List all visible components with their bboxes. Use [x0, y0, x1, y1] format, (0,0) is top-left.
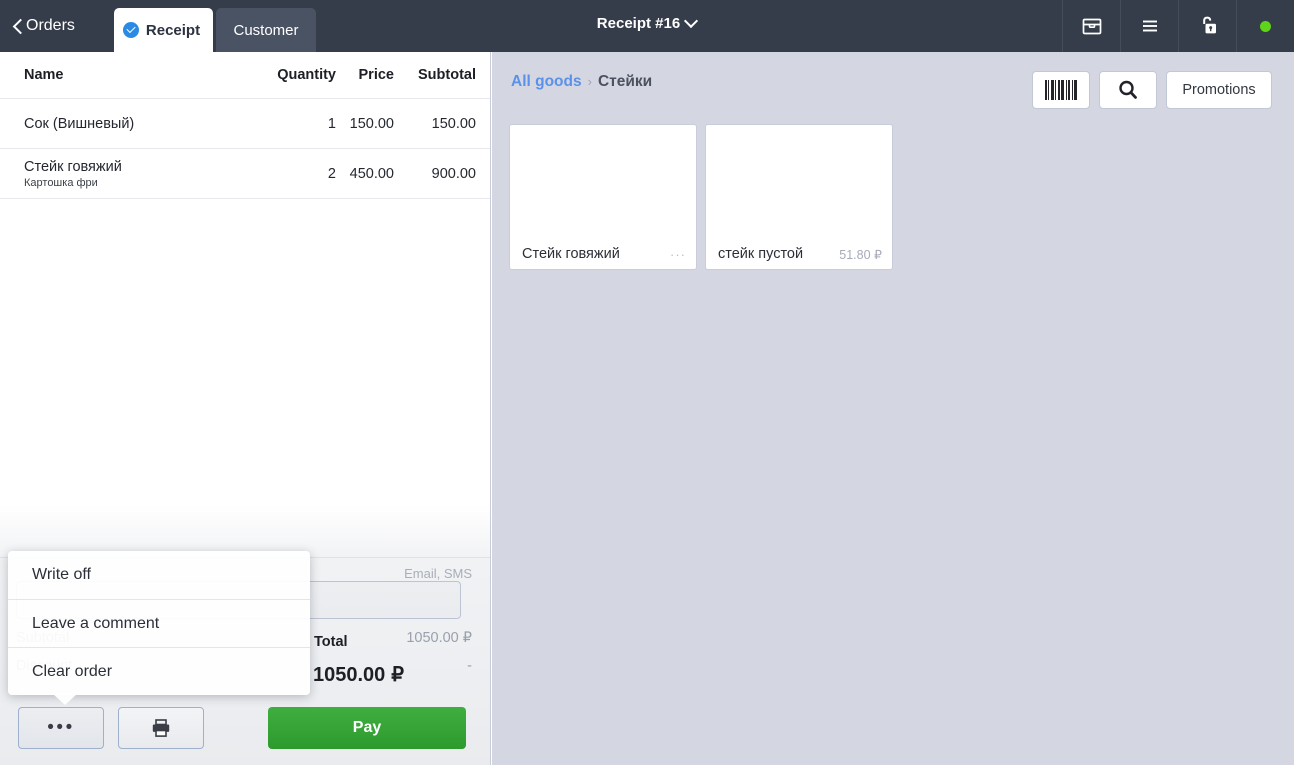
breadcrumb-current: Стейки [597, 73, 653, 90]
catalog-panel: All goods › Стейки Promotions Стейк говя… [492, 52, 1294, 765]
tab-customer-label: Customer [233, 21, 299, 39]
receipt-item-price: 150.00 [349, 115, 394, 132]
receipt-item-subtotal: 900.00 [431, 165, 476, 182]
table-row[interactable]: Сок (Вишневый) 1 150.00 150.00 [0, 99, 490, 149]
catalog-toolbar: Promotions [1032, 71, 1272, 109]
hamburger-menu-icon [1142, 20, 1157, 32]
pay-button[interactable]: Pay [268, 707, 466, 749]
summary-subtotal-value: 1050.00 ₽ [406, 630, 472, 646]
column-header-quantity: Quantity [277, 67, 336, 83]
product-card-footer: Стейк говяжий ··· [510, 239, 696, 269]
unlock-button[interactable] [1178, 0, 1236, 52]
receipt-item-quantity: 1 [327, 115, 336, 132]
menu-item-write-off[interactable]: Write off [8, 551, 310, 599]
receipt-title-label[interactable]: Receipt #16 [597, 15, 680, 32]
list-fade-overlay [0, 505, 490, 557]
chevron-left-icon [13, 18, 23, 34]
receipt-item-modifier: Картошка фри [24, 176, 98, 189]
receipt-table-header: Name Quantity Price Subtotal [0, 52, 490, 99]
barcode-icon [1044, 80, 1078, 100]
receipt-item-subtotal: 150.00 [431, 115, 476, 132]
action-button-row: ••• [18, 707, 204, 749]
pos-app: Orders Receipt Customer Receipt #16 Name… [0, 0, 1294, 765]
product-card[interactable]: стейк пустой 51.80 ₽ [705, 124, 893, 270]
receipt-item-price: 450.00 [349, 165, 394, 182]
receipt-item-name-cell: Сок (Вишневый) [0, 116, 244, 132]
product-price: ··· [670, 246, 686, 262]
email-sms-label[interactable]: Email, SMS [404, 566, 472, 581]
tab-receipt[interactable]: Receipt [114, 8, 213, 52]
receipt-item-name: Сок (Вишневый) [24, 115, 135, 132]
search-button[interactable] [1099, 71, 1157, 109]
column-header-price: Price [358, 67, 394, 83]
breadcrumb-root-link[interactable]: All goods [511, 73, 582, 90]
promotions-button[interactable]: Promotions [1166, 71, 1272, 109]
receipt-item-name: Стейк говяжий [24, 158, 122, 175]
receipt-item-quantity: 2 [327, 165, 336, 182]
breadcrumb-separator-icon: › [587, 74, 592, 89]
top-header-bar: Orders Receipt Customer Receipt #16 [0, 0, 1294, 52]
product-card-footer: стейк пустой 51.80 ₽ [706, 239, 892, 269]
promotions-button-label: Promotions [1182, 82, 1256, 98]
print-button[interactable] [118, 707, 204, 749]
table-row[interactable]: Стейк говяжий Картошка фри 2 450.00 900.… [0, 149, 490, 199]
total-label: Total [314, 634, 348, 650]
check-circle-icon [122, 22, 139, 38]
menu-arrow [53, 694, 77, 705]
product-name: Стейк говяжий [522, 246, 620, 262]
total-value: 1050.00 [313, 664, 386, 686]
back-to-orders-button[interactable]: Orders [0, 0, 114, 52]
product-name: стейк пустой [718, 246, 804, 262]
more-actions-menu: Write off Leave a comment Clear order [8, 551, 310, 705]
cash-drawer-icon [1082, 18, 1101, 35]
header-icon-group [1062, 0, 1294, 52]
more-actions-button[interactable]: ••• [18, 707, 104, 749]
column-header-subtotal: Subtotal [418, 67, 476, 83]
printer-icon [152, 719, 170, 737]
status-indicator[interactable] [1236, 0, 1294, 52]
breadcrumb: All goods › Стейки [511, 73, 652, 91]
tab-receipt-label: Receipt [145, 21, 201, 39]
menu-item-clear-order[interactable]: Clear order [8, 647, 310, 695]
tab-customer[interactable]: Customer [216, 8, 316, 52]
menu-item-leave-a-comment[interactable]: Leave a comment [8, 599, 310, 647]
pay-button-label: Pay [352, 719, 382, 736]
hamburger-menu-button[interactable] [1120, 0, 1178, 52]
status-online-dot [1260, 20, 1271, 32]
chevron-down-icon[interactable] [686, 16, 697, 27]
total-value-group: 1050.00 ₽ [313, 662, 404, 687]
cash-drawer-button[interactable] [1062, 0, 1120, 52]
search-icon [1119, 80, 1137, 99]
back-to-orders-label: Orders [26, 17, 75, 34]
summary-discount-value: - [467, 658, 472, 674]
ellipsis-icon: ••• [47, 717, 75, 738]
product-card[interactable]: Стейк говяжий ··· [509, 124, 697, 270]
barcode-scan-button[interactable] [1032, 71, 1090, 109]
receipt-item-name-cell: Стейк говяжий Картошка фри [0, 159, 244, 189]
unlock-icon [1202, 16, 1216, 34]
product-grid: Стейк говяжий ··· стейк пустой 51.80 ₽ [509, 124, 893, 270]
product-price: 51.80 ₽ [839, 247, 882, 262]
column-header-name: Name [24, 67, 64, 83]
receipt-panel: Name Quantity Price Subtotal Сок (Вишнев… [0, 52, 491, 765]
total-currency: ₽ [391, 664, 405, 686]
